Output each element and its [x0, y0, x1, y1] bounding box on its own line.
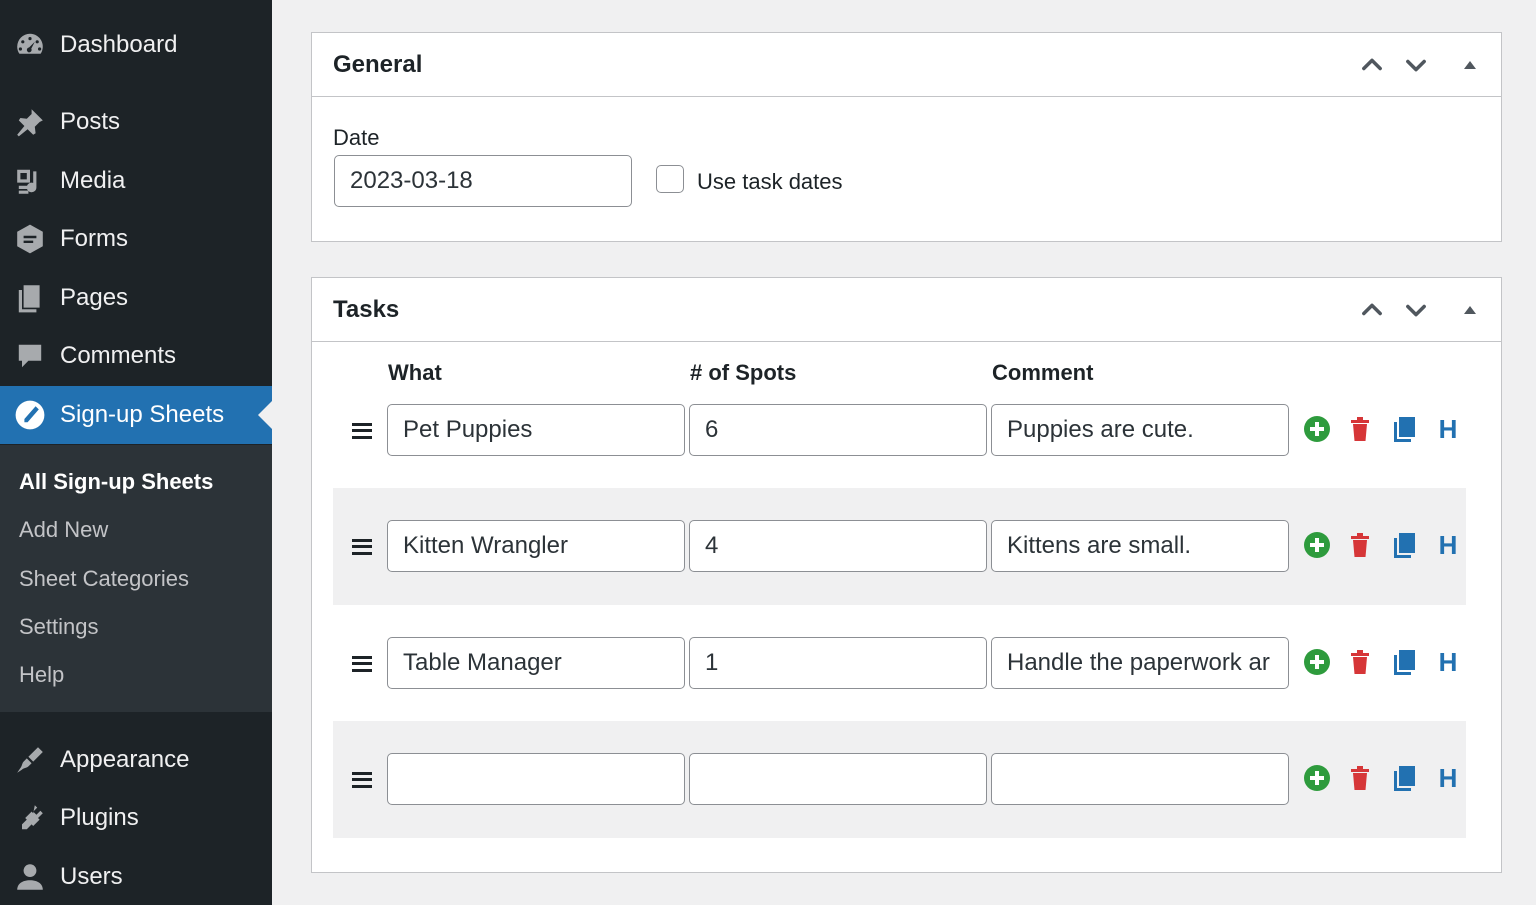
- copy-icon[interactable]: [1389, 530, 1419, 560]
- menu-label: Appearance: [60, 746, 190, 773]
- general-panel: General Date 2023-03-18 Use task dates: [311, 32, 1502, 242]
- menu-item-media[interactable]: Media: [0, 152, 272, 210]
- task-comment-input[interactable]: [991, 753, 1289, 805]
- menu-item-signup-sheets[interactable]: Sign-up Sheets: [0, 386, 272, 444]
- copy-icon[interactable]: [1389, 647, 1419, 677]
- menu-item-dashboard[interactable]: Dashboard: [0, 16, 272, 74]
- menu-label: Sign-up Sheets: [60, 401, 225, 428]
- menu-label: Dashboard: [60, 31, 178, 58]
- add-task-icon[interactable]: [1302, 530, 1332, 560]
- menu-label: Comments: [60, 342, 177, 369]
- panel-title: Tasks: [333, 295, 400, 323]
- menu-label: Users: [60, 863, 123, 890]
- user-icon: [0, 861, 60, 893]
- menu-item-forms[interactable]: Forms: [0, 210, 272, 268]
- header-toggle-button[interactable]: H: [1433, 647, 1463, 677]
- trash-icon[interactable]: [1345, 647, 1375, 677]
- add-task-icon[interactable]: [1302, 414, 1332, 444]
- pages-icon: [0, 282, 60, 314]
- menu-item-comments[interactable]: Comments: [0, 327, 272, 385]
- move-up-icon[interactable]: [1352, 278, 1392, 342]
- menu-label: Posts: [60, 108, 121, 135]
- task-spots-input[interactable]: 6: [689, 404, 987, 456]
- tasks-panel: Tasks What # of Spots Comment Pet Puppie…: [311, 277, 1502, 873]
- menu-item-plugins[interactable]: Plugins: [0, 789, 272, 847]
- task-spots-input[interactable]: 1: [689, 637, 987, 689]
- pushpin-icon: [0, 106, 60, 138]
- signup-sheets-submenu: All Sign-up Sheets Add New Sheet Categor…: [0, 445, 272, 712]
- drag-handle-icon[interactable]: [352, 538, 372, 555]
- signup-sheets-icon: [0, 399, 60, 431]
- move-down-icon[interactable]: [1396, 278, 1436, 342]
- submenu-settings[interactable]: Settings: [19, 614, 99, 640]
- task-comment-input[interactable]: Handle the paperwork ar: [991, 637, 1289, 689]
- submenu-sheet-categories[interactable]: Sheet Categories: [19, 566, 189, 592]
- add-task-icon[interactable]: [1302, 763, 1332, 793]
- task-what-input[interactable]: Pet Puppies: [387, 404, 685, 456]
- plugin-icon: [0, 802, 60, 834]
- menu-label: Forms: [60, 225, 128, 252]
- task-row: Table Manager 1 Handle the paperwork ar …: [333, 605, 1466, 722]
- admin-sidebar: Dashboard Posts Media Forms Pages Commen…: [0, 0, 272, 905]
- copy-icon[interactable]: [1389, 414, 1419, 444]
- menu-item-appearance[interactable]: Appearance: [0, 731, 272, 789]
- task-what-input[interactable]: [387, 753, 685, 805]
- submenu-add-new[interactable]: Add New: [19, 517, 108, 543]
- drag-handle-icon[interactable]: [352, 655, 372, 672]
- header-toggle-button[interactable]: H: [1433, 414, 1463, 444]
- trash-icon[interactable]: [1345, 414, 1375, 444]
- task-spots-input[interactable]: [689, 753, 987, 805]
- move-down-icon[interactable]: [1396, 33, 1436, 97]
- copy-icon[interactable]: [1389, 763, 1419, 793]
- task-row: Kitten Wrangler 4 Kittens are small. H: [333, 488, 1466, 605]
- panel-title: General: [333, 50, 423, 78]
- header-toggle-button[interactable]: H: [1433, 763, 1463, 793]
- use-task-dates-checkbox[interactable]: [656, 165, 684, 193]
- header-toggle-button[interactable]: H: [1433, 530, 1463, 560]
- task-row: H: [333, 721, 1466, 838]
- submenu-help[interactable]: Help: [19, 662, 64, 688]
- general-panel-header: General: [312, 33, 1501, 97]
- media-icon: [0, 165, 60, 197]
- menu-item-users[interactable]: Users: [0, 848, 272, 905]
- date-input[interactable]: 2023-03-18: [334, 155, 632, 207]
- trash-icon[interactable]: [1345, 763, 1375, 793]
- task-what-input[interactable]: Table Manager: [387, 637, 685, 689]
- menu-label: Pages: [60, 284, 129, 311]
- task-row: Pet Puppies 6 Puppies are cute. H: [333, 372, 1466, 489]
- menu-item-posts[interactable]: Posts: [0, 93, 272, 151]
- drag-handle-icon[interactable]: [352, 771, 372, 788]
- task-spots-input[interactable]: 4: [689, 520, 987, 572]
- menu-item-pages[interactable]: Pages: [0, 269, 272, 327]
- move-up-icon[interactable]: [1352, 33, 1392, 97]
- paintbrush-icon: [0, 744, 60, 776]
- menu-label: Plugins: [60, 804, 139, 831]
- collapse-toggle-icon[interactable]: [1450, 278, 1490, 342]
- drag-handle-icon[interactable]: [352, 422, 372, 439]
- dashboard-icon: [0, 29, 60, 61]
- menu-label: Media: [60, 167, 126, 194]
- forms-icon: [0, 223, 60, 255]
- task-comment-input[interactable]: Kittens are small.: [991, 520, 1289, 572]
- tasks-panel-header: Tasks: [312, 278, 1501, 342]
- task-comment-input[interactable]: Puppies are cute.: [991, 404, 1289, 456]
- submenu-all-signup-sheets[interactable]: All Sign-up Sheets: [19, 469, 213, 495]
- date-label: Date: [333, 125, 380, 150]
- collapse-toggle-icon[interactable]: [1450, 33, 1490, 97]
- add-task-icon[interactable]: [1302, 647, 1332, 677]
- use-task-dates-label[interactable]: Use task dates: [697, 169, 843, 195]
- task-what-input[interactable]: Kitten Wrangler: [387, 520, 685, 572]
- comment-icon: [0, 340, 60, 372]
- trash-icon[interactable]: [1345, 530, 1375, 560]
